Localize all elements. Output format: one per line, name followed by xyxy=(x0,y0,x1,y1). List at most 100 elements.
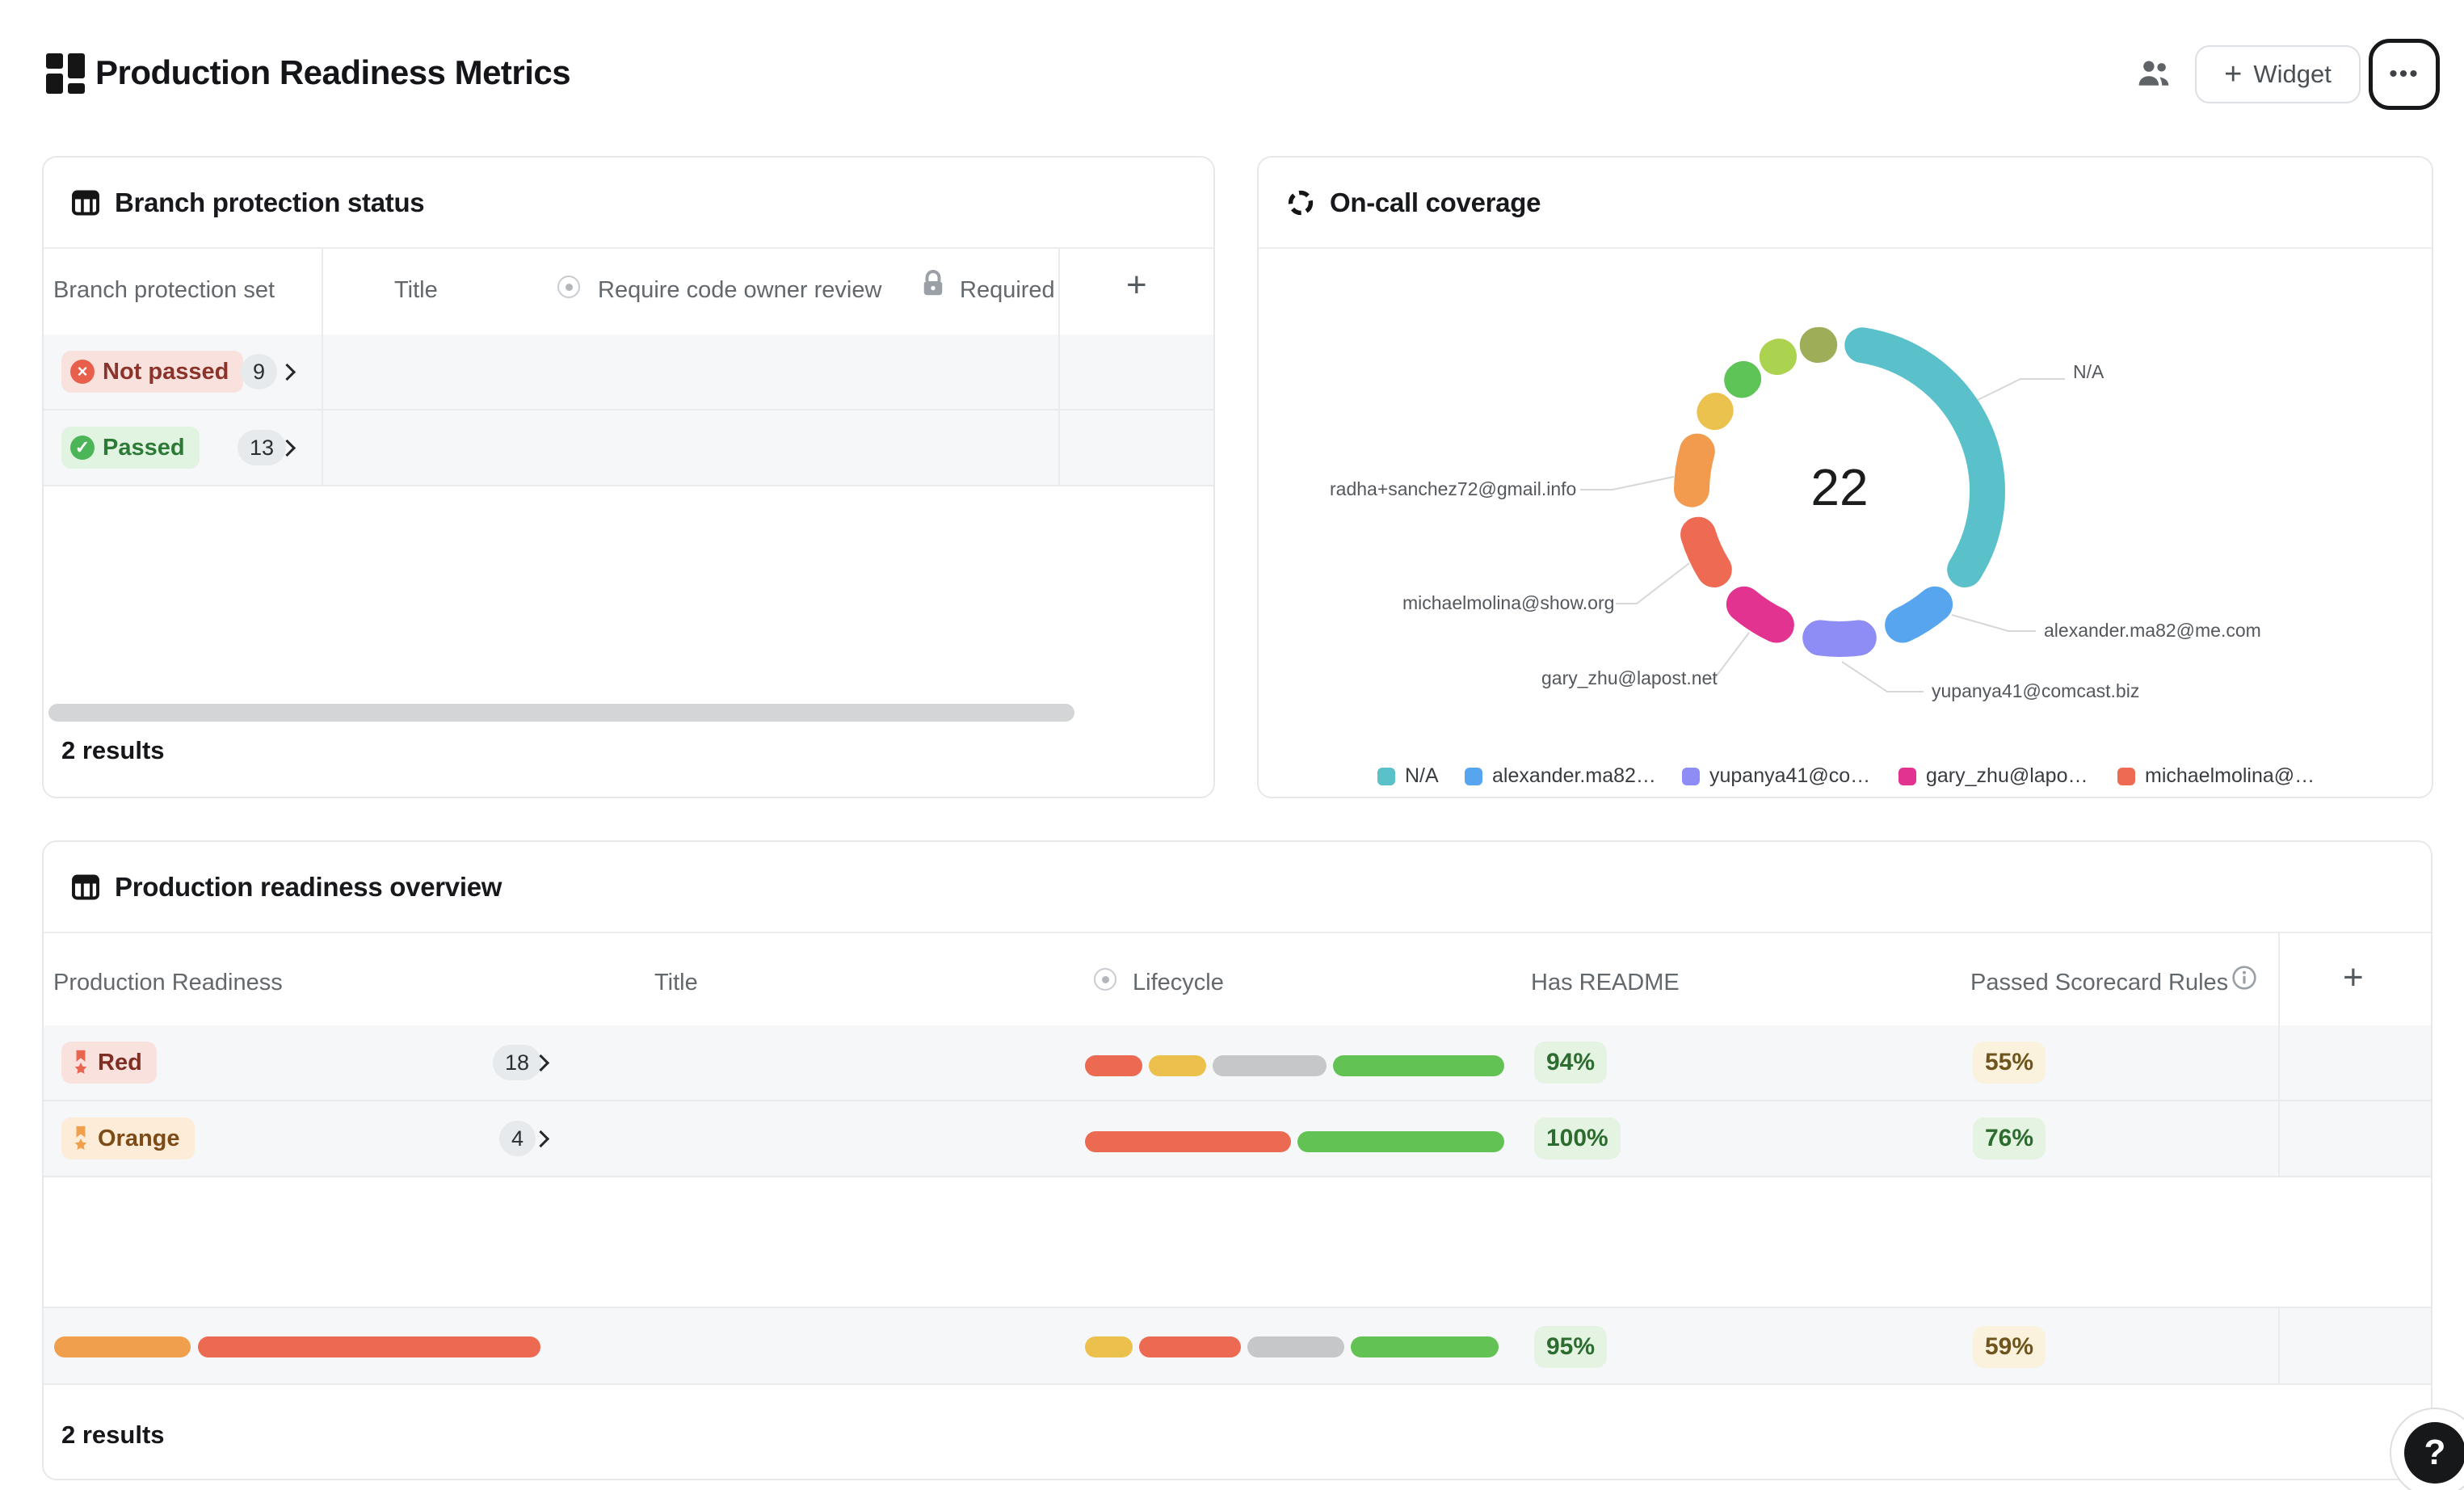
branch-widget-header: Branch protection status xyxy=(44,158,1213,249)
readiness-label: Orange xyxy=(98,1126,180,1152)
column-divider xyxy=(2278,933,2280,1177)
overview-widget-header: Production readiness overview xyxy=(44,842,2431,933)
branch-protection-widget: Branch protection status Branch protecti… xyxy=(42,156,1215,798)
column-divider xyxy=(322,249,323,486)
column-header-require-code-owner-review[interactable]: Require code owner review xyxy=(598,277,881,304)
legend-swatch xyxy=(1682,768,1700,785)
column-header-title[interactable]: Title xyxy=(654,970,698,996)
column-divider xyxy=(2278,1307,2280,1385)
legend-label: michaelmolina@… xyxy=(2145,764,2315,788)
donut-segment xyxy=(1692,452,1697,490)
donut-callout-gary: gary_zhu@lapost.net xyxy=(1541,667,1703,689)
medal-icon xyxy=(71,1125,90,1152)
legend-item-alexander[interactable]: alexander.ma82… xyxy=(1465,764,1656,788)
legend-swatch xyxy=(1377,768,1395,785)
donut-callout-alexander: alexander.ma82@me.com xyxy=(2044,620,2261,642)
column-header-production-readiness[interactable]: Production Readiness xyxy=(53,970,283,996)
donut-total-value: 22 xyxy=(1743,457,1936,517)
lifecycle-bar xyxy=(1085,1055,1504,1076)
readiness-label: Red xyxy=(98,1050,142,1076)
oncall-widget-header: On-call coverage xyxy=(1259,158,2432,249)
dashboard-page: Production Readiness Metrics + Widget ••… xyxy=(0,0,2464,1490)
table-row-orange[interactable]: Orange 4 100% 76% xyxy=(44,1101,2431,1177)
column-header-required[interactable]: Required xyxy=(960,277,1055,304)
lifecycle-bar xyxy=(1085,1131,1504,1152)
medal-icon xyxy=(71,1049,90,1076)
review-column-icon xyxy=(557,276,580,298)
table-row-not-passed[interactable]: × Not passed 9 xyxy=(44,335,1213,410)
group-count-badge: 4 xyxy=(499,1121,536,1156)
question-mark-icon: ? xyxy=(2404,1422,2464,1484)
status-label: Not passed xyxy=(103,359,229,385)
status-badge-not-passed: × Not passed xyxy=(61,351,243,393)
more-options-button[interactable]: ••• xyxy=(2369,39,2440,110)
legend-label: yupanya41@co… xyxy=(1709,764,1870,788)
donut-segment xyxy=(1777,356,1779,357)
column-header-branch-protection-set[interactable]: Branch protection set xyxy=(53,277,275,304)
donut-segment xyxy=(1714,410,1715,412)
status-badge-passed: ✓ Passed xyxy=(61,427,200,469)
donut-segment xyxy=(1820,638,1859,639)
group-count-badge: 9 xyxy=(241,354,277,389)
column-header-passed-scorecard-rules[interactable]: Passed Scorecard Rules xyxy=(1970,970,2228,996)
add-column-button[interactable]: + xyxy=(1126,265,1147,305)
donut-segment xyxy=(1698,535,1714,570)
table-row-passed[interactable]: ✓ Passed 13 xyxy=(44,410,1213,486)
legend-swatch xyxy=(1898,768,1916,785)
has-readme-badge: 100% xyxy=(1534,1118,1621,1160)
lifecycle-column-icon xyxy=(1094,968,1116,991)
oncall-donut-chart xyxy=(1257,251,2433,785)
add-widget-button[interactable]: + Widget xyxy=(2195,45,2361,103)
add-widget-label: Widget xyxy=(2253,60,2331,89)
horizontal-scrollbar[interactable] xyxy=(48,704,1074,722)
expand-chevron-icon[interactable] xyxy=(279,364,296,381)
legend-label: N/A xyxy=(1405,764,1439,788)
column-header-lifecycle[interactable]: Lifecycle xyxy=(1133,970,1224,996)
donut-callout-na: N/A xyxy=(2073,361,2104,383)
production-readiness-widget: Production readiness overview Production… xyxy=(42,840,2432,1480)
passed-rules-badge: 55% xyxy=(1973,1042,2046,1084)
legend-item-michael[interactable]: michaelmolina@… xyxy=(2117,764,2315,788)
info-icon[interactable] xyxy=(2231,965,2257,991)
overview-widget-title: Production readiness overview xyxy=(115,872,502,903)
table-row-red[interactable]: Red 18 94% 55% xyxy=(44,1025,2431,1101)
column-divider xyxy=(1058,249,1060,486)
summary-row: 95% 59% xyxy=(44,1307,2431,1385)
readiness-summary-bar xyxy=(54,1336,540,1357)
passed-rules-badge: 76% xyxy=(1973,1118,2046,1160)
dashboard-icon xyxy=(46,53,86,94)
cross-circle-icon: × xyxy=(70,360,95,384)
add-column-button[interactable]: + xyxy=(2343,958,2364,998)
column-header-has-readme[interactable]: Has README xyxy=(1531,970,1680,996)
passed-rules-summary-badge: 59% xyxy=(1973,1326,2046,1368)
legend-label: alexander.ma82… xyxy=(1492,764,1656,788)
donut-segment xyxy=(1742,379,1743,381)
lock-icon xyxy=(921,269,945,298)
legend-item-gary[interactable]: gary_zhu@lapo… xyxy=(1898,764,2088,788)
legend-item-na[interactable]: N/A xyxy=(1377,764,1439,788)
legend-swatch xyxy=(2117,768,2135,785)
status-label: Passed xyxy=(103,435,185,461)
has-readme-summary-badge: 95% xyxy=(1534,1326,1607,1368)
legend-item-yupanya[interactable]: yupanya41@co… xyxy=(1682,764,1870,788)
results-count: 2 results xyxy=(61,736,165,765)
plus-icon: + xyxy=(2224,57,2242,92)
donut-callout-michael: michaelmolina@show.org xyxy=(1402,592,1611,614)
donut-callout-radha: radha+sanchez72@gmail.info xyxy=(1330,478,1575,500)
has-readme-badge: 94% xyxy=(1534,1042,1607,1084)
oncall-widget-title: On-call coverage xyxy=(1330,187,1541,218)
donut-segment xyxy=(1744,604,1777,625)
branch-widget-title: Branch protection status xyxy=(115,187,424,218)
donut-segment xyxy=(1903,604,1935,625)
ellipsis-icon: ••• xyxy=(2389,61,2420,88)
page-title: Production Readiness Metrics xyxy=(95,53,570,92)
readiness-badge-red: Red xyxy=(61,1042,157,1084)
column-header-title[interactable]: Title xyxy=(394,277,438,304)
table-icon xyxy=(71,873,100,902)
table-icon xyxy=(71,188,100,217)
share-users-icon[interactable] xyxy=(2137,58,2171,87)
lifecycle-summary-bar xyxy=(1085,1336,1499,1357)
legend-swatch xyxy=(1465,768,1482,785)
legend-label: gary_zhu@lapo… xyxy=(1926,764,2088,788)
donut-callout-yupanya: yupanya41@comcast.biz xyxy=(1932,680,2139,702)
